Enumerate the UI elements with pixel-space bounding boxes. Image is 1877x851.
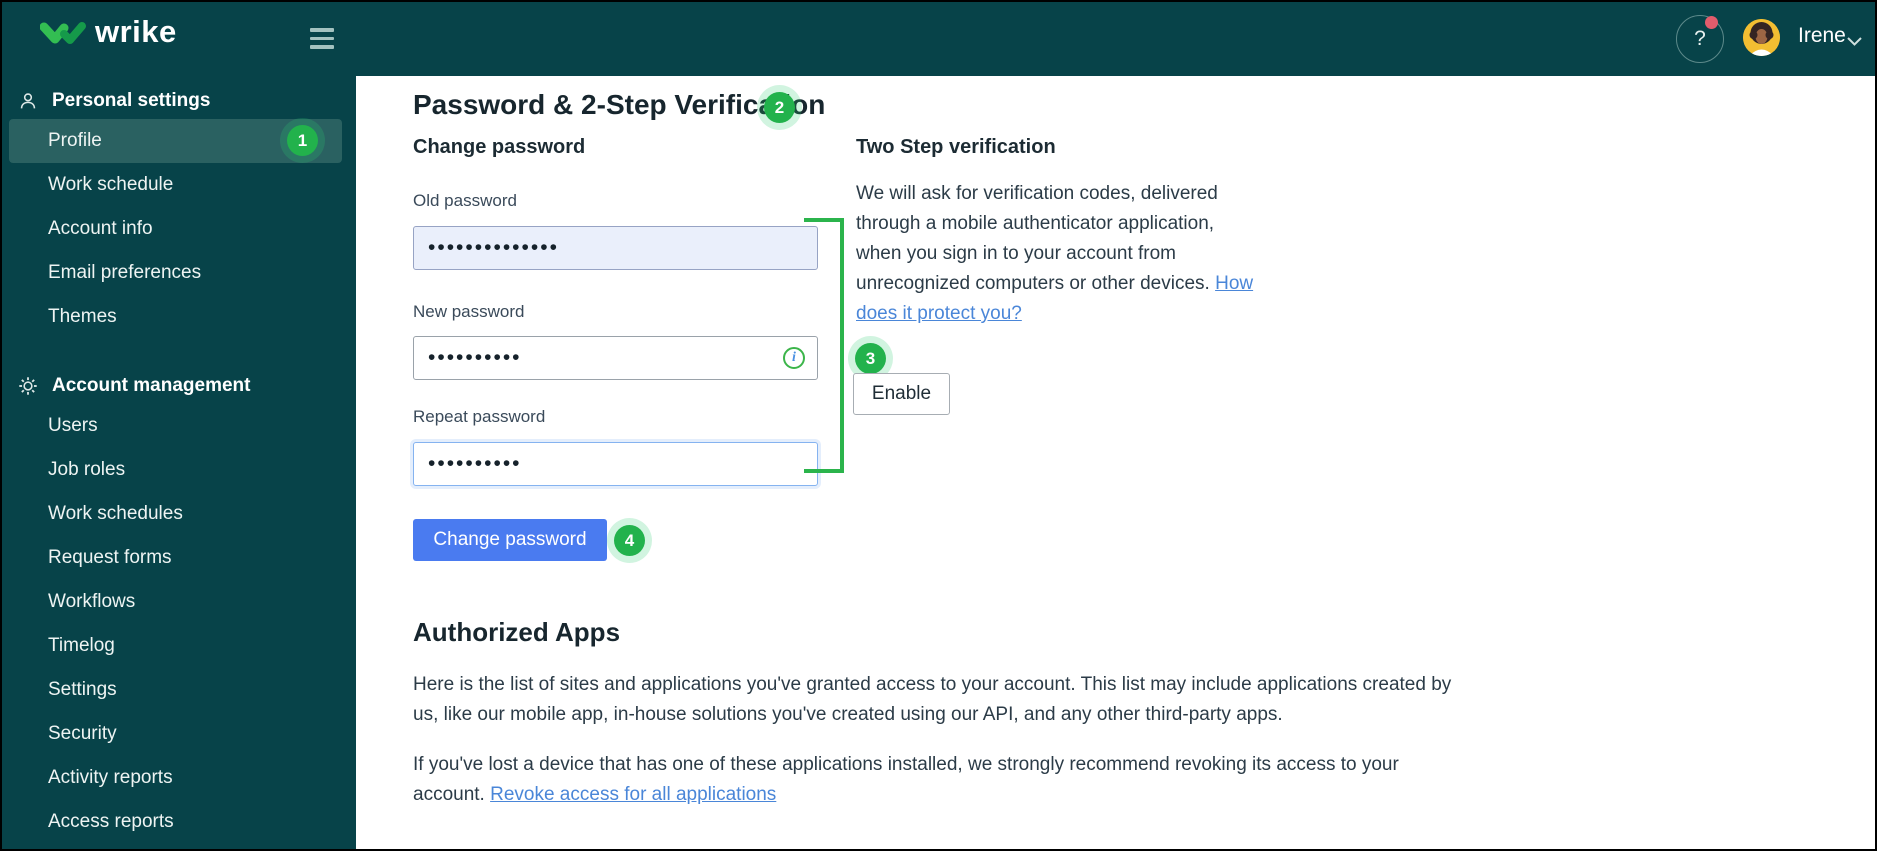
sidebar-item-label: Email preferences bbox=[48, 262, 202, 283]
enable-two-step-button[interactable]: Enable bbox=[853, 373, 950, 415]
authorized-apps-paragraph-1: Here is the list of sites and applicatio… bbox=[413, 670, 1451, 730]
step-badge-3: 3 bbox=[855, 343, 886, 374]
new-password-input[interactable]: •••••••••• bbox=[413, 336, 818, 380]
wrike-logo-icon bbox=[40, 18, 86, 50]
sidebar-item-label: Themes bbox=[48, 306, 117, 327]
info-icon: i bbox=[783, 347, 805, 369]
sidebar-item-label: Work schedule bbox=[48, 174, 174, 195]
step-badge-1: 1 bbox=[287, 125, 318, 156]
sidebar-item-label: Account info bbox=[48, 218, 153, 239]
paragraph-line: If you've lost a device that has one of … bbox=[413, 754, 1399, 775]
sidebar-item-access-reports[interactable]: Access reports bbox=[2, 800, 356, 844]
change-password-button[interactable]: Change password bbox=[413, 519, 607, 561]
two-step-line-text: unrecognized computers or other devices. bbox=[856, 273, 1216, 294]
step-badge-4: 4 bbox=[614, 525, 645, 556]
authorized-apps-paragraph-2: If you've lost a device that has one of … bbox=[413, 750, 1399, 810]
sidebar-item-security[interactable]: Security bbox=[2, 712, 356, 756]
sidebar-item-label: Settings bbox=[48, 679, 117, 700]
two-step-line: We will ask for verification codes, deli… bbox=[856, 183, 1218, 204]
paragraph-line: account. Revoke access for all applicati… bbox=[413, 780, 1399, 810]
help-button[interactable]: ? bbox=[1676, 15, 1724, 63]
sidebar-item-account-info[interactable]: Account info bbox=[2, 207, 356, 251]
old-password-label: Old password bbox=[413, 191, 517, 210]
wrike-logo: wrike bbox=[40, 16, 177, 51]
sidebar-item-settings[interactable]: Settings bbox=[2, 668, 356, 712]
two-step-heading: Two Step verification bbox=[856, 136, 1056, 158]
sidebar-item-work-schedules[interactable]: Work schedules bbox=[2, 492, 356, 536]
sidebar-item-work-schedule[interactable]: Work schedule bbox=[2, 163, 356, 207]
notification-dot bbox=[1705, 16, 1718, 29]
sidebar-item-email-preferences[interactable]: Email preferences bbox=[2, 251, 356, 295]
sidebar-section-personal-settings: Personal settings bbox=[2, 82, 356, 119]
sidebar-item-label: Workflows bbox=[48, 591, 136, 612]
wrike-logo-text: wrike bbox=[95, 14, 177, 49]
repeat-password-input[interactable]: •••••••••• bbox=[413, 442, 818, 486]
main-content: Password & 2-Step Verification 2 Change … bbox=[356, 76, 1875, 849]
how-does-it-protect-link[interactable]: does it protect you? bbox=[856, 303, 1022, 324]
sidebar-item-themes[interactable]: Themes bbox=[2, 295, 356, 339]
sidebar-item-label: Timelog bbox=[48, 635, 115, 656]
two-step-line: when you sign in to your account from bbox=[856, 243, 1177, 264]
two-step-line: unrecognized computers or other devices.… bbox=[856, 269, 1253, 299]
sidebar-item-job-roles[interactable]: Job roles bbox=[2, 448, 356, 492]
sidebar-item-users[interactable]: Users bbox=[2, 404, 356, 448]
chevron-down-icon[interactable] bbox=[1847, 34, 1862, 52]
sidebar-item-label: Activity reports bbox=[48, 767, 173, 788]
user-avatar[interactable] bbox=[1743, 19, 1780, 56]
repeat-password-label: Repeat password bbox=[413, 407, 546, 426]
revoke-access-link[interactable]: Revoke access for all applications bbox=[490, 784, 776, 805]
sidebar-item-profile[interactable]: Profile 1 bbox=[9, 119, 342, 163]
wrike-settings-window: wrike ? Irene Personal settings Profile … bbox=[0, 0, 1877, 851]
sidebar-item-request-forms[interactable]: Request forms bbox=[2, 536, 356, 580]
sidebar-item-label: Work schedules bbox=[48, 503, 183, 524]
two-step-line: through a mobile authenticator applicati… bbox=[856, 213, 1215, 234]
sidebar-section-label: Personal settings bbox=[52, 89, 211, 111]
sidebar-item-label: Users bbox=[48, 415, 98, 436]
old-password-input[interactable]: •••••••••••••• bbox=[413, 226, 818, 270]
user-name[interactable]: Irene bbox=[1798, 24, 1846, 48]
paragraph-line-text: account. bbox=[413, 784, 491, 805]
new-password-label: New password bbox=[413, 302, 525, 321]
sidebar-item-label: Request forms bbox=[48, 547, 172, 568]
sidebar-item-workflows[interactable]: Workflows bbox=[2, 580, 356, 624]
settings-sidebar: Personal settings Profile 1 Work schedul… bbox=[2, 76, 356, 849]
authorized-apps-heading: Authorized Apps bbox=[413, 617, 621, 647]
question-mark-icon: ? bbox=[1694, 27, 1706, 50]
sidebar-item-label: Job roles bbox=[48, 459, 126, 480]
sidebar-item-timelog[interactable]: Timelog bbox=[2, 624, 356, 668]
two-step-description: We will ask for verification codes, deli… bbox=[856, 179, 1253, 329]
hamburger-menu-icon[interactable] bbox=[310, 28, 334, 54]
sidebar-item-label: Security bbox=[48, 723, 117, 744]
person-icon bbox=[17, 90, 39, 112]
sidebar-item-label: Profile bbox=[48, 130, 102, 151]
password-fields-bracket bbox=[804, 218, 844, 473]
sidebar-item-label: Access reports bbox=[48, 811, 174, 832]
paragraph-line: Here is the list of sites and applicatio… bbox=[413, 674, 1452, 695]
sidebar-item-activity-reports[interactable]: Activity reports bbox=[2, 756, 356, 800]
paragraph-line: us, like our mobile app, in-house soluti… bbox=[413, 704, 1283, 725]
sidebar-section-account-management: Account management bbox=[2, 367, 356, 404]
gear-icon bbox=[17, 375, 39, 397]
two-step-line: does it protect you? bbox=[856, 299, 1253, 329]
how-does-it-protect-link[interactable]: How bbox=[1215, 273, 1253, 294]
top-bar: wrike ? Irene bbox=[2, 2, 1875, 76]
step-badge-2: 2 bbox=[764, 92, 795, 123]
sidebar-section-label: Account management bbox=[52, 374, 251, 396]
change-password-heading: Change password bbox=[413, 136, 586, 158]
